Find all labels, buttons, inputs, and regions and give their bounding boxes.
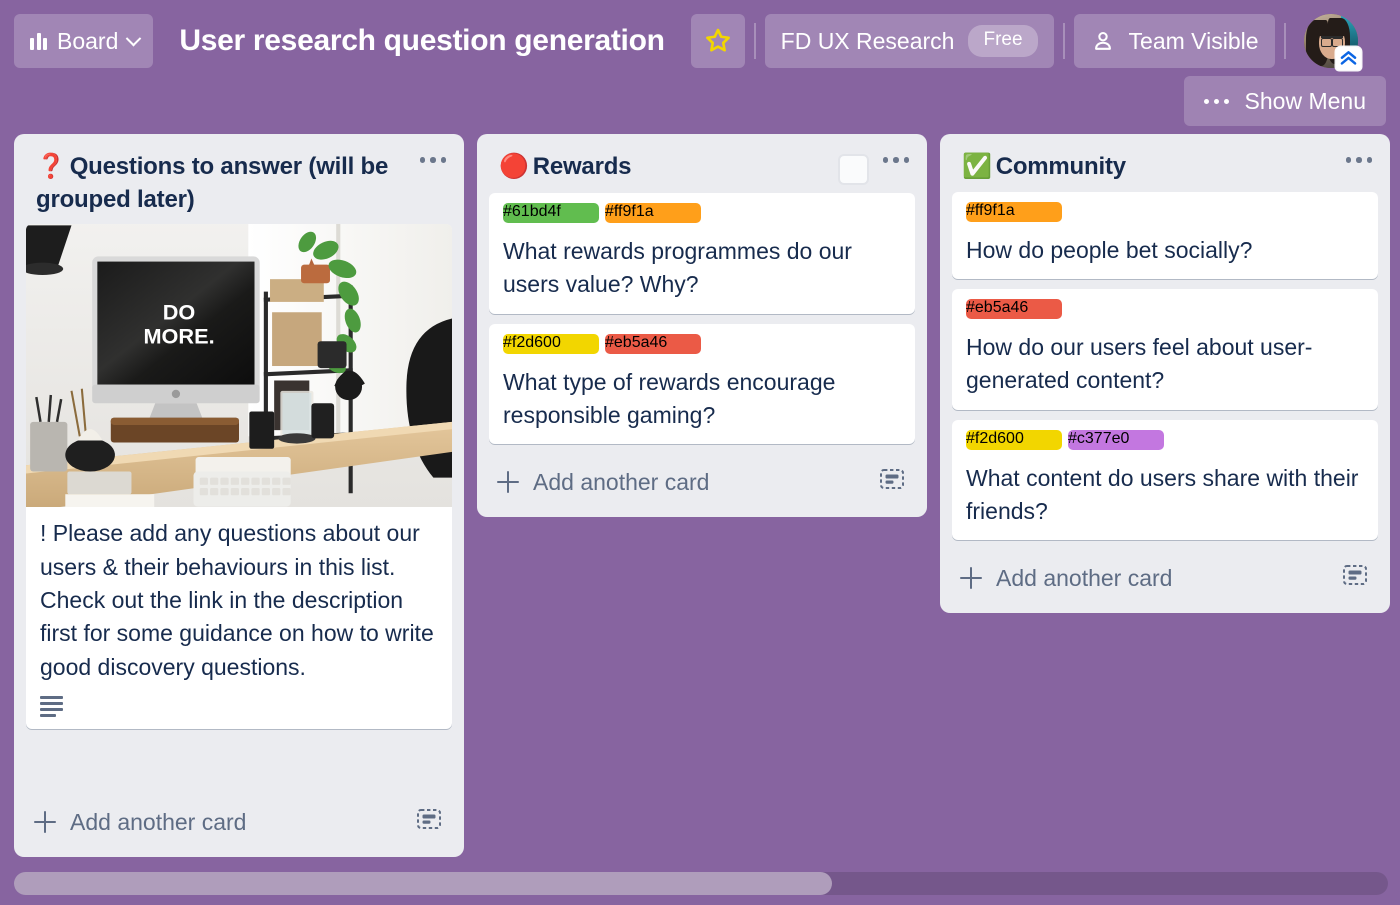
plus-icon (960, 567, 982, 590)
card-badges (40, 695, 438, 717)
list-title-text: Rewards (532, 153, 632, 180)
list-cards[interactable]: #61bd4f #ff9f1a What rewards programmes d… (485, 193, 919, 454)
card-title: What type of rewards encourage responsib… (503, 368, 836, 429)
plus-icon (497, 471, 519, 494)
workspace-plan-badge: Free (968, 25, 1038, 57)
board-list: 🔴 Rewards #61bd4f #ff9f1a What rewards pro… (477, 134, 927, 518)
list-title[interactable]: ✅ Community (962, 151, 1332, 184)
card-title: How do our users feel about user-generat… (966, 333, 1313, 394)
show-menu-button[interactable]: Show Menu (1183, 76, 1386, 126)
page-title: User research question generation (179, 24, 665, 57)
board-canvas: ❓ Questions to answer (will be grouped la… (0, 134, 1400, 905)
chevron-down-icon (126, 30, 142, 46)
white-check-mark-emoji: ✅ (962, 153, 992, 180)
list-actions-ellipsis-icon[interactable] (416, 151, 451, 163)
card-label[interactable]: #ff9f1a (966, 201, 1062, 222)
board-switcher-button[interactable]: Board (14, 14, 154, 68)
board-columns-icon (30, 32, 47, 50)
red-question-mark-emoji: ❓ (36, 153, 66, 180)
card-body: ! Please add any questions about our use… (26, 507, 452, 729)
red-circle-emoji: 🔴 (499, 153, 529, 180)
card-template-icon[interactable] (1342, 563, 1368, 587)
card-template-icon-button[interactable] (879, 467, 905, 497)
list-title[interactable]: ❓ Questions to answer (will be grouped la… (36, 151, 406, 216)
workspace-name: FD UX Research (780, 27, 955, 54)
card-label[interactable]: #f2d600 (503, 333, 599, 354)
card-label[interactable]: #eb5a46 (605, 333, 701, 354)
board-card[interactable]: #ff9f1a How do people bet socially? (952, 191, 1378, 279)
board-visibility-button[interactable]: Team Visible (1073, 14, 1275, 68)
add-another-card-label: Add another card (533, 468, 710, 495)
card-label[interactable]: #61bd4f (503, 203, 599, 223)
list-title-text: Questions to answer (will be grouped lat… (36, 153, 389, 213)
header-divider-3 (1283, 23, 1286, 59)
list-cards[interactable]: DO MORE. ! Please add any questions abou… (22, 224, 456, 794)
card-title: ! Please add any questions about our use… (40, 520, 434, 680)
card-labels: #f2d600 #c377e0 (966, 429, 1364, 450)
board-list: ✅ Community #ff9f1a How do people bet soc… (940, 134, 1390, 614)
card-labels: #f2d600 #eb5a46 (503, 333, 901, 354)
list-title-text: Community (995, 153, 1126, 180)
header-divider-1 (753, 23, 756, 59)
plus-icon (34, 811, 56, 833)
card-labels: #ff9f1a (966, 201, 1364, 222)
card-title: How do people bet socially? (966, 236, 1253, 263)
double-chevron-up-badge-icon (1335, 47, 1361, 70)
card-label[interactable]: #f2d600 (966, 429, 1062, 450)
card-body: #f2d600 #c377e0 What content do users sha… (952, 420, 1378, 541)
add-another-card-button[interactable]: Add another card (485, 454, 919, 509)
list-actions-ellipsis-icon[interactable] (1342, 151, 1377, 163)
show-menu-label: Show Menu (1244, 87, 1366, 114)
card-template-icon[interactable] (879, 467, 905, 491)
board-switcher-label: Board (57, 27, 119, 54)
add-another-card-button[interactable]: Add another card (948, 550, 1382, 605)
add-another-card-label: Add another card (70, 808, 247, 835)
card-label[interactable]: #eb5a46 (966, 298, 1062, 319)
svg-text:MORE.: MORE. (143, 324, 214, 349)
add-another-card-button[interactable]: Add another card (22, 794, 456, 849)
list-cards[interactable]: #ff9f1a How do people bet socially? #eb5… (948, 191, 1382, 551)
card-title: What content do users share with their f… (966, 464, 1359, 524)
board-visibility-label: Team Visible (1128, 27, 1259, 54)
board-horizontal-scrollbar-thumb[interactable] (14, 872, 832, 895)
board-card[interactable]: #f2d600 #eb5a46 What type of rewards enco… (489, 323, 915, 445)
card-labels: #61bd4f #ff9f1a (503, 203, 901, 223)
svg-text:DO: DO (163, 300, 196, 325)
card-title: What rewards programmes do our users val… (503, 238, 852, 298)
star-outline-icon (705, 28, 730, 52)
card-template-icon-button[interactable] (1342, 563, 1368, 593)
card-template-icon-button[interactable] (416, 807, 442, 837)
person-icon (1094, 31, 1111, 50)
list-title[interactable]: 🔴 Rewards (499, 151, 828, 184)
list-header: 🔴 Rewards (485, 143, 919, 193)
board-card[interactable]: DO MORE. ! Please add any questions abou… (26, 224, 452, 729)
card-body: #f2d600 #eb5a46 What type of rewards enco… (489, 324, 915, 445)
ellipsis-icon (1203, 98, 1229, 104)
board-card[interactable]: #eb5a46 How do our users feel about user… (952, 288, 1378, 410)
workspace-button[interactable]: FD UX Research Free (764, 14, 1054, 68)
list-actions-ellipsis-icon[interactable] (879, 151, 914, 163)
board-card[interactable]: #61bd4f #ff9f1a What rewards programmes d… (489, 193, 915, 314)
card-template-icon[interactable] (416, 807, 442, 831)
description-badge-icon (40, 695, 63, 717)
add-another-card-label: Add another card (996, 564, 1173, 591)
list-placeholder-square[interactable] (837, 154, 869, 185)
board-list: ❓ Questions to answer (will be grouped la… (14, 134, 464, 857)
card-label[interactable]: #ff9f1a (605, 203, 701, 223)
card-labels: #eb5a46 (966, 298, 1364, 319)
board-card[interactable]: #f2d600 #c377e0 What content do users sha… (952, 419, 1378, 541)
star-board-button[interactable] (690, 14, 745, 68)
list-header: ✅ Community (948, 143, 1382, 192)
card-body: #ff9f1a How do people bet socially? (952, 192, 1378, 279)
board-header: Board User research question generation … (0, 0, 1400, 82)
list-header: ❓ Questions to answer (will be grouped la… (22, 143, 456, 224)
board-horizontal-scrollbar[interactable] (14, 872, 1388, 895)
card-body: #eb5a46 How do our users feel about user… (952, 289, 1378, 410)
card-body: #61bd4f #ff9f1a What rewards programmes d… (489, 193, 915, 314)
card-cover-image: DO MORE. (26, 224, 452, 508)
avatar[interactable] (1303, 14, 1361, 70)
card-label[interactable]: #c377e0 (1068, 429, 1164, 450)
header-divider-2 (1062, 23, 1065, 59)
